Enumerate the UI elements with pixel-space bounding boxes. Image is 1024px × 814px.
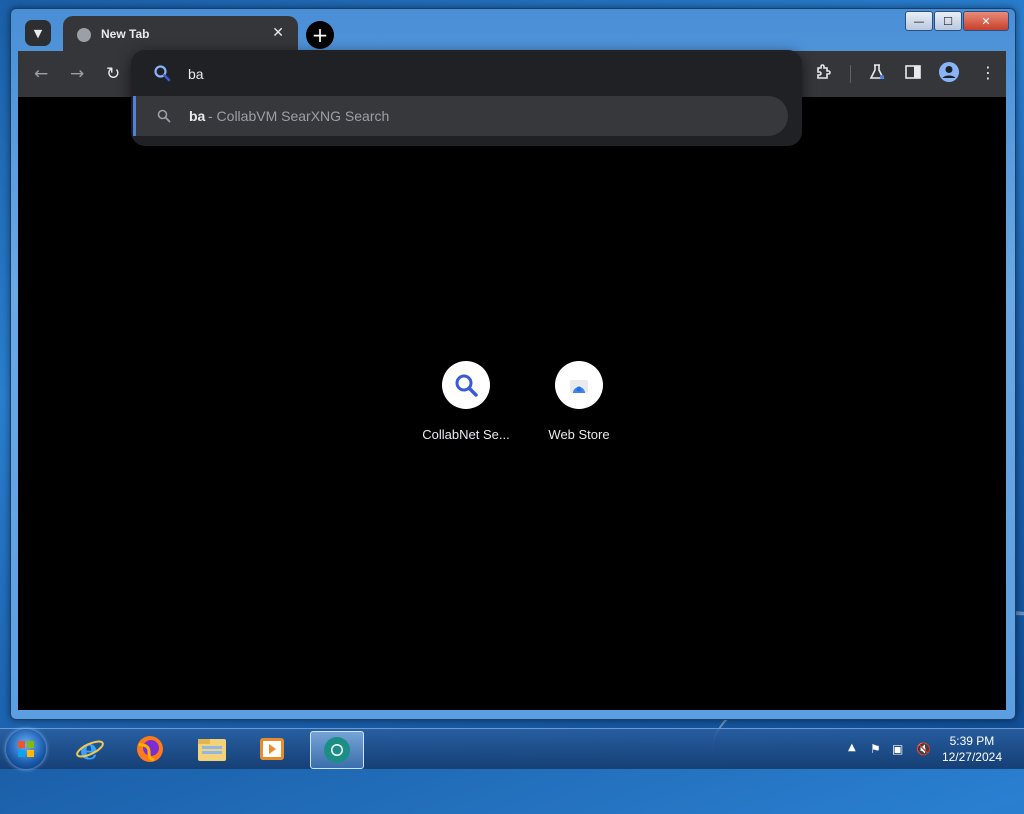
- file-explorer-icon[interactable]: [186, 731, 238, 767]
- chrome-browser-icon[interactable]: [310, 731, 364, 769]
- window-caption-buttons: — ☐ ✕: [904, 11, 1009, 31]
- shortcut-collabnet-search[interactable]: CollabNet Se...: [410, 361, 522, 442]
- svg-text:e: e: [80, 734, 98, 764]
- internet-explorer-icon[interactable]: e: [64, 731, 116, 767]
- shortcut-web-store[interactable]: Web Store: [523, 361, 635, 442]
- tab-strip: ▼ New Tab ✕ +: [19, 12, 899, 54]
- extensions-icon[interactable]: [815, 63, 833, 85]
- clock-time: 5:39 PM: [949, 734, 995, 748]
- start-button[interactable]: [6, 729, 46, 769]
- back-arrow-icon[interactable]: ←: [34, 64, 48, 84]
- firefox-icon[interactable]: [124, 731, 176, 767]
- new-tab-page: CollabNet Se... Web Store: [18, 97, 1006, 710]
- volume-muted-icon[interactable]: 🔇: [916, 742, 931, 756]
- search-icon: [157, 108, 171, 127]
- suggestion-query: ba: [189, 108, 206, 124]
- system-tray: ▲ ⚑ ▣ 🔇 5:39 PM 12/27/2024: [824, 729, 1024, 769]
- tab-title: New Tab: [101, 27, 150, 41]
- address-bar-input[interactable]: ba: [188, 66, 204, 82]
- globe-icon: [77, 28, 91, 42]
- magnifier-icon: [442, 361, 490, 409]
- suggestion-description: - CollabVM SearXNG Search: [208, 108, 390, 124]
- omnibox-dropdown: ba ba - CollabVM SearXNG Search: [131, 50, 802, 146]
- forward-arrow-icon[interactable]: →: [70, 64, 84, 84]
- web-store-icon: [555, 361, 603, 409]
- labs-flask-icon[interactable]: [868, 63, 886, 85]
- close-window-button[interactable]: ✕: [963, 11, 1009, 31]
- maximize-button[interactable]: ☐: [934, 11, 962, 31]
- chevron-down-icon: ▼: [33, 26, 43, 40]
- tab-close-icon[interactable]: ✕: [272, 25, 284, 41]
- media-player-icon[interactable]: [246, 731, 298, 767]
- side-panel-icon[interactable]: [904, 63, 922, 85]
- omnibox-suggestion[interactable]: ba - CollabVM SearXNG Search: [133, 96, 788, 136]
- taskbar: e ▲ ⚑ ▣ 🔇 5:39 PM 12/27/2024: [0, 728, 1024, 769]
- reload-icon[interactable]: ↻: [106, 64, 120, 84]
- menu-kebab-icon[interactable]: ⋮: [980, 63, 996, 82]
- tab-new-tab[interactable]: New Tab ✕: [63, 16, 298, 54]
- show-hidden-icons[interactable]: ▲: [848, 742, 856, 753]
- search-icon: [153, 64, 171, 86]
- clock-date: 12/27/2024: [941, 750, 1002, 764]
- windows-logo-icon: [18, 741, 34, 757]
- tab-search-button[interactable]: ▼: [25, 20, 51, 46]
- shortcut-label: Web Store: [548, 427, 610, 442]
- new-tab-button[interactable]: +: [306, 21, 334, 49]
- taskbar-clock[interactable]: 5:39 PM 12/27/2024: [942, 733, 1002, 765]
- shortcut-label: CollabNet Se...: [422, 427, 510, 442]
- toolbar-divider: [850, 65, 851, 83]
- profile-avatar-icon[interactable]: [938, 61, 960, 87]
- network-icon[interactable]: ▣: [892, 742, 903, 756]
- action-center-flag-icon[interactable]: ⚑: [870, 742, 881, 756]
- minimize-button[interactable]: —: [905, 11, 933, 31]
